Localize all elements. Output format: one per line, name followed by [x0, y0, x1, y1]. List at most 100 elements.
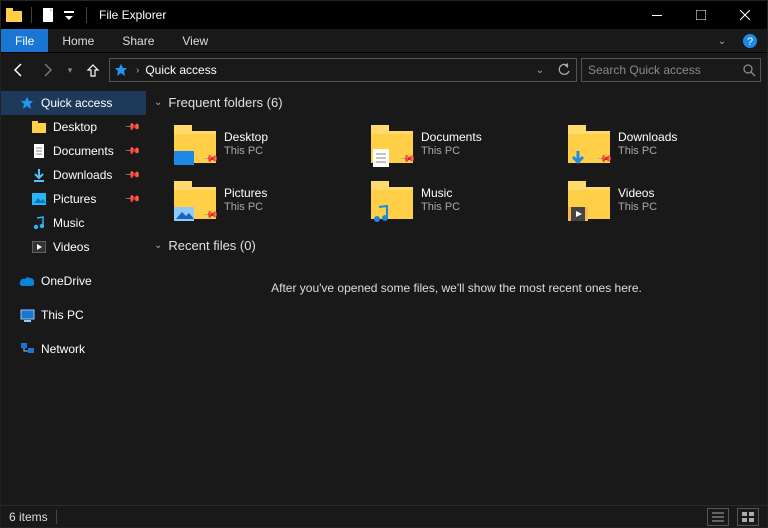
window-title: File Explorer: [99, 8, 166, 22]
titlebar: File Explorer: [1, 1, 767, 29]
folder-item-music[interactable]: Music This PC: [371, 176, 556, 224]
sidebar-item-pictures[interactable]: Pictures 📌: [1, 187, 146, 211]
frequent-folders-grid: 📌 Desktop This PC 📌 Documents: [146, 114, 767, 234]
sidebar-item-label: Documents: [53, 144, 114, 158]
minimize-button[interactable]: [635, 1, 679, 29]
content-pane: ⌄ Frequent folders (6) 📌 Desktop This PC: [146, 87, 767, 505]
address-location[interactable]: Quick access: [145, 63, 216, 77]
group-header-recent[interactable]: ⌄ Recent files (0): [146, 234, 767, 257]
picture-icon: [31, 191, 47, 207]
maximize-button[interactable]: [679, 1, 723, 29]
ribbon-expand-icon[interactable]: ⌄: [711, 30, 733, 52]
recent-locations-dropdown[interactable]: ▾: [63, 58, 77, 82]
address-dropdown-icon[interactable]: ⌄: [532, 65, 548, 76]
search-input[interactable]: [588, 63, 743, 77]
desktop-overlay-icon: [174, 151, 194, 165]
folder-sub: This PC: [421, 200, 460, 214]
folder-icon: [31, 119, 47, 135]
search-box[interactable]: [581, 58, 761, 82]
up-button[interactable]: [81, 58, 105, 82]
app-icon: [5, 6, 23, 24]
folder-name: Music: [421, 186, 460, 200]
folder-name: Pictures: [224, 186, 267, 200]
tab-home[interactable]: Home: [48, 29, 108, 52]
sidebar-item-label: Downloads: [53, 168, 112, 182]
document-overlay-icon: [371, 151, 391, 165]
group-header-label: Recent files (0): [168, 238, 255, 253]
status-item-count: 6 items: [9, 510, 48, 524]
qat-new-file-icon[interactable]: [40, 6, 58, 24]
close-button[interactable]: [723, 1, 767, 29]
view-large-icons-button[interactable]: [737, 508, 759, 526]
folder-sub: This PC: [224, 200, 267, 214]
folder-sub: This PC: [618, 200, 657, 214]
video-overlay-icon: [568, 207, 588, 221]
sidebar-item-network[interactable]: Network: [1, 337, 146, 361]
music-icon: [31, 215, 47, 231]
picture-overlay-icon: [174, 207, 194, 221]
star-icon: [19, 95, 35, 111]
sidebar-item-label: Desktop: [53, 120, 97, 134]
sidebar-item-label: Network: [41, 342, 85, 356]
help-icon[interactable]: ?: [739, 30, 761, 52]
folder-item-pictures[interactable]: 📌 Pictures This PC: [174, 176, 359, 224]
ribbon: File Home Share View ⌄ ?: [1, 29, 767, 53]
sidebar-item-quick-access[interactable]: Quick access: [1, 91, 146, 115]
address-bar[interactable]: › Quick access ⌄: [109, 58, 577, 82]
chevron-right-icon[interactable]: ›: [136, 65, 139, 76]
sidebar-item-music[interactable]: Music: [1, 211, 146, 235]
file-explorer-window: File Explorer File Home Share View ⌄ ? ▾: [0, 0, 768, 528]
star-icon: [112, 61, 130, 79]
download-icon: [31, 167, 47, 183]
group-header-frequent[interactable]: ⌄ Frequent folders (6): [146, 91, 767, 114]
folder-name: Videos: [618, 186, 657, 200]
folder-item-downloads[interactable]: 📌 Downloads This PC: [568, 120, 753, 168]
video-icon: [31, 239, 47, 255]
sidebar-item-documents[interactable]: Documents 📌: [1, 139, 146, 163]
status-bar: 6 items: [1, 505, 767, 527]
tab-share[interactable]: Share: [108, 29, 168, 52]
sidebar-item-onedrive[interactable]: OneDrive: [1, 269, 146, 293]
view-details-button[interactable]: [707, 508, 729, 526]
folder-item-documents[interactable]: 📌 Documents This PC: [371, 120, 556, 168]
document-icon: [31, 143, 47, 159]
recent-files-empty-message: After you've opened some files, we'll sh…: [146, 257, 767, 319]
forward-button[interactable]: [35, 58, 59, 82]
folder-name: Documents: [421, 130, 482, 144]
pin-icon: 📌: [123, 191, 140, 208]
sidebar-item-label: Quick access: [41, 96, 112, 110]
sidebar-item-label: Pictures: [53, 192, 96, 206]
svg-text:?: ?: [747, 36, 753, 48]
folder-item-videos[interactable]: Videos This PC: [568, 176, 753, 224]
sidebar-item-label: Music: [53, 216, 84, 230]
folder-sub: This PC: [618, 144, 677, 158]
separator: [56, 510, 57, 524]
chevron-down-icon: ⌄: [154, 97, 162, 108]
separator: [31, 7, 32, 23]
music-overlay-icon: [371, 207, 391, 221]
back-button[interactable]: [7, 58, 31, 82]
sidebar-item-desktop[interactable]: Desktop 📌: [1, 115, 146, 139]
refresh-icon[interactable]: [554, 60, 574, 80]
qat: [1, 6, 93, 24]
sidebar-item-downloads[interactable]: Downloads 📌: [1, 163, 146, 187]
folder-sub: This PC: [224, 144, 268, 158]
sidebar-item-label: This PC: [41, 308, 84, 322]
pin-icon: 📌: [123, 143, 140, 160]
tab-file[interactable]: File: [1, 29, 48, 52]
tab-view[interactable]: View: [168, 29, 222, 52]
sidebar-item-label: OneDrive: [41, 274, 92, 288]
network-icon: [19, 341, 35, 357]
group-header-label: Frequent folders (6): [168, 95, 282, 110]
folder-sub: This PC: [421, 144, 482, 158]
folder-name: Downloads: [618, 130, 677, 144]
folder-item-desktop[interactable]: 📌 Desktop This PC: [174, 120, 359, 168]
qat-dropdown-icon[interactable]: [60, 6, 78, 24]
nav-row: ▾ › Quick access ⌄: [1, 53, 767, 87]
pin-icon: 📌: [123, 167, 140, 184]
body: Quick access Desktop 📌 Documents 📌 Downl…: [1, 87, 767, 505]
sidebar-item-this-pc[interactable]: This PC: [1, 303, 146, 327]
search-icon[interactable]: [743, 64, 756, 77]
sidebar-item-videos[interactable]: Videos: [1, 235, 146, 259]
folder-name: Desktop: [224, 130, 268, 144]
